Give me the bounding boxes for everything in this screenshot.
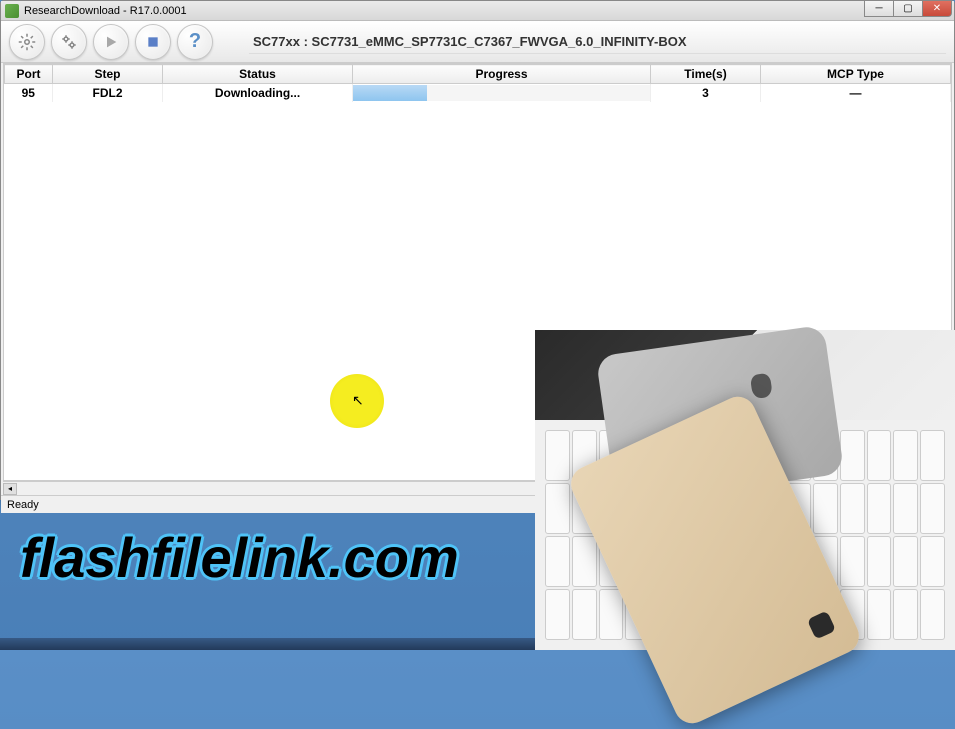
minimize-button[interactable]: ─ bbox=[864, 1, 894, 17]
play-icon bbox=[103, 34, 119, 50]
col-port[interactable]: Port bbox=[5, 65, 53, 84]
settings-button[interactable] bbox=[9, 24, 45, 60]
device-info-label: SC77xx : SC7731_eMMC_SP7731C_C7367_FWVGA… bbox=[249, 30, 946, 54]
multi-settings-button[interactable] bbox=[51, 24, 87, 60]
gears-icon bbox=[60, 33, 78, 51]
maximize-button[interactable]: ▢ bbox=[893, 1, 923, 17]
cell-status: Downloading... bbox=[163, 84, 353, 103]
cell-step: FDL2 bbox=[53, 84, 163, 103]
table-row[interactable]: 95 FDL2 Downloading... 3 — bbox=[5, 84, 951, 103]
gear-icon bbox=[18, 33, 36, 51]
cursor-icon: ↖ bbox=[352, 392, 364, 409]
col-status[interactable]: Status bbox=[163, 65, 353, 84]
apple-logo-icon bbox=[750, 373, 773, 400]
watermark-text: flashfilelink.com bbox=[20, 525, 459, 590]
taskbar[interactable] bbox=[0, 638, 535, 650]
col-mcp[interactable]: MCP Type bbox=[761, 65, 951, 84]
progress-bar bbox=[353, 85, 650, 101]
col-step[interactable]: Step bbox=[53, 65, 163, 84]
col-time[interactable]: Time(s) bbox=[651, 65, 761, 84]
cell-port: 95 bbox=[5, 84, 53, 103]
stop-icon bbox=[146, 35, 160, 49]
col-progress[interactable]: Progress bbox=[353, 65, 651, 84]
camera-icon bbox=[807, 610, 836, 639]
photo-overlay bbox=[535, 330, 955, 650]
cell-time: 3 bbox=[651, 84, 761, 103]
titlebar[interactable]: ResearchDownload - R17.0.0001 ─ ▢ ✕ bbox=[1, 1, 954, 21]
window-controls: ─ ▢ ✕ bbox=[865, 1, 952, 17]
progress-fill bbox=[353, 85, 427, 101]
table-header-row: Port Step Status Progress Time(s) MCP Ty… bbox=[5, 65, 951, 84]
toolbar: ? SC77xx : SC7731_eMMC_SP7731C_C7367_FWV… bbox=[1, 21, 954, 63]
status-text: Ready bbox=[7, 499, 39, 511]
help-button[interactable]: ? bbox=[177, 24, 213, 60]
window-title: ResearchDownload - R17.0.0001 bbox=[24, 5, 187, 17]
scroll-left-arrow[interactable]: ◂ bbox=[3, 483, 17, 495]
download-table: Port Step Status Progress Time(s) MCP Ty… bbox=[4, 64, 951, 102]
app-icon bbox=[5, 4, 19, 18]
cell-progress bbox=[353, 84, 651, 103]
start-button[interactable] bbox=[93, 24, 129, 60]
close-button[interactable]: ✕ bbox=[922, 1, 952, 17]
question-icon: ? bbox=[189, 30, 201, 53]
cell-mcp: — bbox=[761, 84, 951, 103]
stop-button[interactable] bbox=[135, 24, 171, 60]
